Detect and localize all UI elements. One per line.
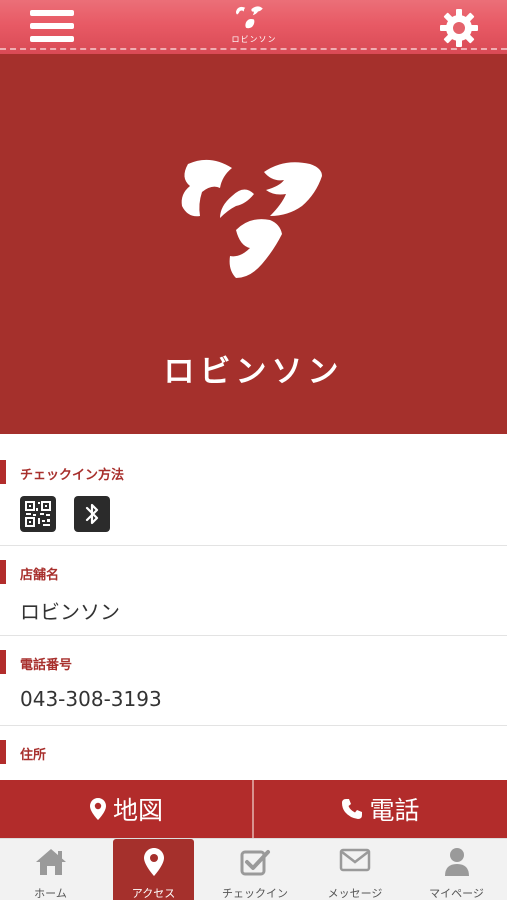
store-brand-name: ロビンソン: [163, 354, 344, 390]
store-name-value: ロビンソン: [20, 600, 120, 624]
tab-message[interactable]: メッセージ: [305, 839, 405, 900]
store-name-section: 店舗名 ロビンソン: [0, 546, 507, 636]
map-button[interactable]: 地図: [0, 780, 252, 838]
address-title: 住所: [20, 748, 47, 763]
phone-number-title: 電話番号: [20, 658, 73, 673]
tab-home[interactable]: ホーム: [0, 839, 101, 900]
section-accent-bar: [0, 650, 6, 674]
section-accent-bar: [0, 560, 6, 584]
bluetooth-icon: [74, 496, 110, 532]
qr-code-icon: [20, 496, 56, 532]
phone-number-value[interactable]: 043-308-3193: [20, 687, 162, 711]
phone-icon: [342, 799, 363, 819]
gear-icon[interactable]: [439, 8, 479, 48]
tab-home-label: ホーム: [34, 887, 67, 900]
tab-message-label: メッセージ: [327, 887, 383, 900]
tab-access[interactable]: アクセス: [113, 839, 194, 900]
tab-checkin-label: チェックイン: [222, 887, 288, 900]
home-icon: [35, 849, 66, 875]
header-logo: ロビンソン: [230, 4, 278, 50]
action-bar: 地図 電話: [0, 780, 507, 838]
app-header: ロビンソン: [0, 0, 507, 54]
user-icon: [444, 848, 469, 876]
checkin-method-section: チェックイン方法: [0, 434, 507, 546]
envelope-icon: [339, 848, 371, 872]
robinson-birds-logo-icon: [181, 159, 322, 278]
robinson-bird-logo-icon: [235, 6, 263, 29]
section-accent-bar: [0, 740, 6, 764]
map-pin-icon: [143, 848, 164, 876]
address-section: 住所: [0, 726, 507, 786]
checkin-method-title: チェックイン方法: [20, 468, 125, 483]
bottom-tab-bar: ホーム アクセス チェックイン メッセージ マイページ: [0, 838, 507, 900]
call-button[interactable]: 電話: [254, 780, 507, 838]
map-button-label: 地図: [112, 796, 163, 825]
call-button-label: 電話: [369, 796, 420, 825]
header-dashed-stitch: [0, 48, 507, 50]
section-accent-bar: [0, 460, 6, 484]
tab-mypage[interactable]: マイページ: [406, 839, 507, 900]
tab-mypage-label: マイページ: [429, 887, 484, 900]
store-hero-banner: ロビンソン: [0, 54, 507, 434]
phone-number-section: 電話番号 043-308-3193: [0, 636, 507, 726]
tab-checkin[interactable]: チェックイン: [206, 839, 304, 900]
hamburger-menu-icon[interactable]: [30, 10, 74, 46]
store-name-title: 店舗名: [20, 568, 60, 583]
checkbox-icon: [240, 850, 270, 876]
tab-access-label: アクセス: [131, 887, 176, 900]
header-logo-text: ロビンソン: [231, 35, 277, 44]
map-pin-icon: [89, 798, 106, 820]
